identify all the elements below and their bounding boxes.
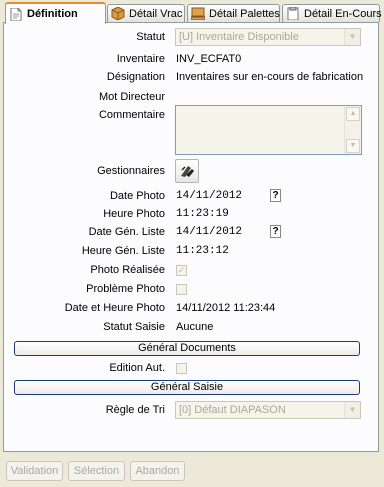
scrollbar[interactable]: ▲ ▼ <box>344 106 361 154</box>
validation-button[interactable]: Validation <box>6 461 63 481</box>
tab-label: Détail Palettes <box>209 7 280 20</box>
tab-detail-palettes[interactable]: Détail Palettes <box>187 4 280 22</box>
handshake-icon <box>181 166 194 177</box>
date-gen-liste-row: Date Gén. Liste 14/11/2012 ? <box>4 223 380 241</box>
abandon-button[interactable]: Abandon <box>130 461 185 481</box>
heure-gen-liste-label: Heure Gén. Liste <box>81 245 165 257</box>
gestionnaires-button[interactable] <box>175 159 199 183</box>
tab-detail-en-cours[interactable]: Détail En-Cours <box>282 4 382 22</box>
statut-value: [U] Inventaire Disponible <box>179 31 299 43</box>
scroll-down-icon[interactable]: ▼ <box>346 139 360 153</box>
date-photo-help-icon[interactable]: ? <box>270 189 281 202</box>
heure-photo-row: Heure Photo 11:23:19 <box>4 205 380 223</box>
probleme-photo-label: Problème Photo <box>86 283 165 295</box>
regle-de-tri-label: Règle de Tri <box>105 404 165 416</box>
edition-aut-checkbox[interactable] <box>176 363 187 374</box>
statut-saisie-label: Statut Saisie <box>103 321 165 333</box>
selection-button[interactable]: Sélection <box>68 461 125 481</box>
edition-aut-label: Edition Aut. <box>109 362 165 374</box>
general-documents-button[interactable]: Général Documents <box>14 341 360 356</box>
inventaire-value: INV_ECFAT0 <box>176 53 242 65</box>
tab-detail-vrac[interactable]: Détail Vrac <box>107 4 185 22</box>
heure-gen-liste-row: Heure Gén. Liste 11:23:12 <box>4 242 380 260</box>
tab-label: Définition <box>27 8 78 20</box>
date-photo-value[interactable]: 14/11/2012 <box>176 187 242 205</box>
statut-select[interactable]: [U] Inventaire Disponible ▼ <box>175 28 361 46</box>
inventaire-label: Inventaire <box>116 53 165 65</box>
date-photo-label: Date Photo <box>109 190 165 202</box>
date-gen-liste-label: Date Gén. Liste <box>88 226 165 238</box>
statut-saisie-value: Aucune <box>176 321 214 333</box>
edition-aut-row: Edition Aut. <box>4 359 380 377</box>
tab-strip: Définition Détail Vrac Détail Palettes D… <box>2 2 382 24</box>
photo-realisee-row: Photo Réalisée ✓ <box>4 261 380 279</box>
document-icon <box>10 7 22 21</box>
date-heure-photo-label: Date et Heure Photo <box>64 302 165 314</box>
date-gen-liste-value[interactable]: 14/11/2012 <box>176 223 242 241</box>
heure-photo-value[interactable]: 11:23:19 <box>176 205 229 223</box>
statut-label: Statut <box>136 31 165 43</box>
tab-definition[interactable]: Définition <box>5 2 106 24</box>
inventaire-row: Inventaire INV_ECFAT0 <box>4 50 380 68</box>
heure-photo-label: Heure Photo <box>103 208 165 220</box>
mot-directeur-label: Mot Directeur <box>98 91 165 103</box>
tab-label: Détail En-Cours <box>304 7 382 20</box>
gestionnaires-label: Gestionnaires <box>97 165 165 177</box>
chevron-down-icon: ▼ <box>344 402 360 418</box>
photo-realisee-checkbox[interactable]: ✓ <box>176 265 187 276</box>
chevron-down-icon: ▼ <box>344 29 360 45</box>
statut-saisie-row: Statut Saisie Aucune <box>4 318 380 336</box>
regle-de-tri-value: [0] Défaut DIAPASON <box>179 404 286 416</box>
date-gen-liste-help-icon[interactable]: ? <box>270 225 281 238</box>
clipboard-icon <box>287 7 299 20</box>
probleme-photo-checkbox[interactable] <box>176 284 187 295</box>
heure-gen-liste-value[interactable]: 11:23:12 <box>176 242 229 260</box>
commentaire-label: Commentaire <box>98 109 165 121</box>
designation-label: Désignation <box>106 71 165 83</box>
mot-directeur-row: Mot Directeur <box>4 88 380 106</box>
commentaire-textarea[interactable]: ▲ ▼ <box>175 105 362 155</box>
definition-panel: Statut [U] Inventaire Disponible ▼ Inven… <box>3 22 379 452</box>
designation-value: Inventaires sur en-cours de fabrication <box>176 71 364 83</box>
date-heure-photo-row: Date et Heure Photo 14/11/2012 11:23:44 <box>4 299 380 317</box>
regle-de-tri-select[interactable]: [0] Défaut DIAPASON ▼ <box>175 401 361 419</box>
date-heure-photo-value: 14/11/2012 11:23:44 <box>176 302 276 314</box>
probleme-photo-row: Problème Photo <box>4 280 380 298</box>
statut-row: Statut [U] Inventaire Disponible ▼ <box>4 28 380 46</box>
regle-de-tri-row: Règle de Tri [0] Défaut DIAPASON ▼ <box>4 401 380 419</box>
designation-row: Désignation Inventaires sur en-cours de … <box>4 68 380 86</box>
tab-label: Détail Vrac <box>129 7 183 20</box>
scroll-up-icon[interactable]: ▲ <box>346 107 360 121</box>
pallet-icon <box>191 7 205 20</box>
date-photo-row: Date Photo 14/11/2012 ? <box>4 187 380 205</box>
photo-realisee-label: Photo Réalisée <box>90 264 165 276</box>
general-saisie-button[interactable]: Général Saisie <box>14 380 360 395</box>
box-icon <box>111 7 125 20</box>
